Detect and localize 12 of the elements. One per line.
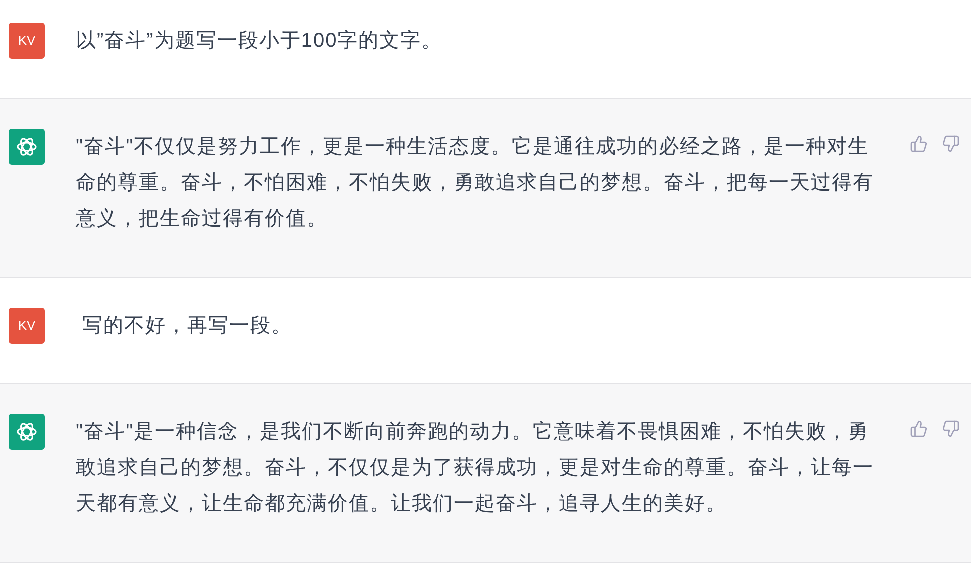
message-text: "奋斗"不仅仅是努力工作，更是一种生活态度。它是通往成功的必经之路，是一种对生命的尊重。奋斗，不怕困难，不怕失败，勇敢追求自己的梦想。奋斗，把每一天过得有意义，把生命过得有价值。	[76, 135, 875, 232]
knot-logo-icon	[15, 135, 39, 159]
user-avatar: KV	[9, 308, 45, 344]
message-text: 以”奋斗”为题写一段小于100字的文字。	[76, 29, 444, 54]
user-avatar: KV	[9, 23, 45, 59]
message-text: 写的不好，再写一段。	[82, 314, 294, 339]
thumbs-up-button[interactable]	[909, 419, 929, 439]
thumbs-up-button[interactable]	[909, 134, 929, 154]
message-text: "奋斗"是一种信念，是我们不断向前奔跑的动力。它意味着不畏惧困难，不怕失败，勇敢追求自己的梦想。奋斗，不仅仅是为了获得成功，更是对生命的尊重。奋斗，让每一天都有意义，让生命都充满价值。让我们一起奋斗，追寻人生的美好。	[76, 420, 875, 517]
knot-logo-icon	[15, 420, 39, 444]
thumbs-down-button[interactable]	[941, 134, 961, 154]
thumbs-down-button[interactable]	[941, 419, 961, 439]
